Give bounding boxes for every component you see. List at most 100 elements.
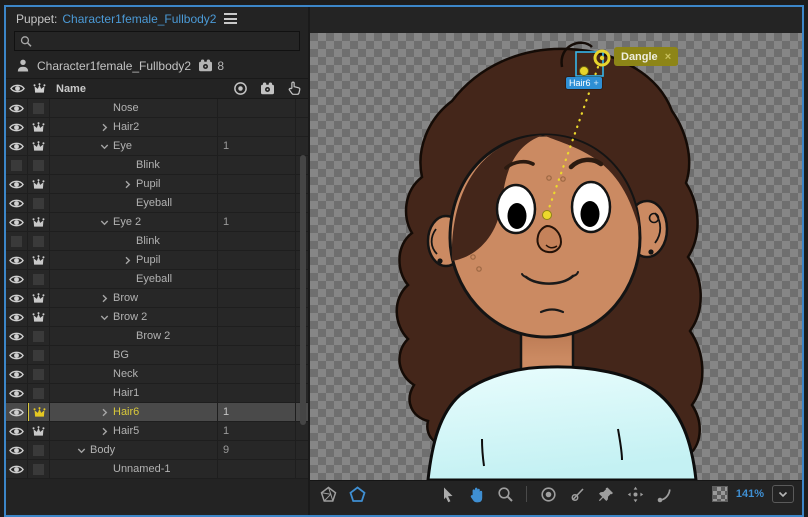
crown-toggle[interactable] <box>28 441 50 459</box>
puppet-canvas[interactable]: Dangle × Hair6 + <box>310 33 802 480</box>
transparency-grid-toggle[interactable] <box>711 486 728 502</box>
visibility-toggle[interactable] <box>6 384 28 402</box>
crown-toggle[interactable] <box>28 327 50 345</box>
crown-toggle[interactable] <box>28 422 50 440</box>
layer-row[interactable]: Nose <box>6 99 308 118</box>
show-outline-toggle[interactable] <box>347 484 367 504</box>
layer-row[interactable]: Eye 1 <box>6 137 308 156</box>
visibility-toggle[interactable] <box>6 441 28 459</box>
crosshair-icon: + <box>593 78 599 88</box>
dangle-tool[interactable] <box>654 484 674 504</box>
panel-menu-icon[interactable] <box>224 13 238 24</box>
crown-toggle[interactable] <box>28 270 50 288</box>
handle-name-chip[interactable]: Hair6 + <box>566 77 602 89</box>
visibility-toggle[interactable] <box>6 460 28 478</box>
layer-row[interactable]: BG <box>6 346 308 365</box>
panel-title-bar: Puppet: Character1female_Fullbody2 <box>6 7 308 30</box>
show-mesh-toggle[interactable] <box>318 484 338 504</box>
layer-row[interactable]: Hair5 1 <box>6 422 308 441</box>
crown-toggle[interactable] <box>28 289 50 307</box>
crown-toggle[interactable] <box>28 137 50 155</box>
layer-row[interactable]: Body 9 <box>6 441 308 460</box>
crown-toggle[interactable] <box>28 213 50 231</box>
layer-row[interactable]: Neck <box>6 365 308 384</box>
visibility-toggle[interactable] <box>6 99 28 117</box>
visibility-toggle[interactable] <box>6 403 28 421</box>
expand-arrow[interactable] <box>100 294 113 303</box>
visibility-toggle[interactable] <box>6 156 28 174</box>
select-tool[interactable] <box>437 484 457 504</box>
visibility-toggle[interactable] <box>6 118 28 136</box>
visibility-toggle[interactable] <box>6 270 28 288</box>
layer-name-label: Pupil <box>136 178 161 190</box>
puppet-name-link[interactable]: Character1female_Fullbody2 <box>62 12 216 26</box>
crown-toggle[interactable] <box>28 175 50 193</box>
layer-row[interactable]: Eye 2 1 <box>6 213 308 232</box>
expand-arrow[interactable] <box>123 180 136 189</box>
pin-tool[interactable] <box>596 484 616 504</box>
canvas-header-strip <box>310 7 802 33</box>
puppet-root-row[interactable]: Character1female_Fullbody2 8 <box>6 53 308 78</box>
layer-row[interactable]: Pupil <box>6 175 308 194</box>
visibility-toggle[interactable] <box>6 137 28 155</box>
layer-row[interactable]: Hair6 1 <box>6 403 308 422</box>
zoom-tool[interactable] <box>495 484 515 504</box>
visibility-toggle[interactable] <box>6 175 28 193</box>
layer-row[interactable]: Eyeball <box>6 194 308 213</box>
crown-toggle[interactable] <box>28 232 50 250</box>
crown-toggle[interactable] <box>28 308 50 326</box>
visibility-toggle[interactable] <box>6 327 28 345</box>
visibility-toggle[interactable] <box>6 308 28 326</box>
layer-row[interactable]: Brow 2 <box>6 327 308 346</box>
layer-row[interactable]: Hair1 <box>6 384 308 403</box>
layer-row[interactable]: Blink <box>6 232 308 251</box>
dangle-tag-close-icon[interactable]: × <box>665 51 671 63</box>
expand-arrow[interactable] <box>100 142 113 151</box>
layer-row[interactable]: Eyeball <box>6 270 308 289</box>
visibility-toggle[interactable] <box>6 346 28 364</box>
crown-toggle[interactable] <box>28 251 50 269</box>
crown-toggle[interactable] <box>28 460 50 478</box>
draggable-tool[interactable] <box>625 484 645 504</box>
layer-row[interactable]: Unnamed-1 <box>6 460 308 479</box>
visibility-toggle[interactable] <box>6 422 28 440</box>
search-box[interactable] <box>14 31 300 51</box>
trigger-column-icon[interactable] <box>287 81 302 96</box>
zoom-dropdown-button[interactable] <box>772 485 794 503</box>
visibility-toggle[interactable] <box>6 213 28 231</box>
expand-arrow[interactable] <box>100 123 113 132</box>
record-handle-tool[interactable] <box>538 484 558 504</box>
crown-toggle[interactable] <box>28 384 50 402</box>
crown-toggle[interactable] <box>28 118 50 136</box>
search-input[interactable] <box>32 35 294 47</box>
expand-arrow[interactable] <box>100 408 113 417</box>
expand-arrow[interactable] <box>123 256 136 265</box>
layer-row[interactable]: Brow <box>6 289 308 308</box>
stick-tool[interactable] <box>567 484 587 504</box>
layer-row[interactable]: Pupil <box>6 251 308 270</box>
crown-toggle[interactable] <box>28 156 50 174</box>
visibility-toggle[interactable] <box>6 251 28 269</box>
zoom-level-value[interactable]: 141% <box>736 488 764 500</box>
expand-arrow[interactable] <box>100 218 113 227</box>
layer-row[interactable]: Brow 2 <box>6 308 308 327</box>
visibility-toggle[interactable] <box>6 365 28 383</box>
expand-arrow[interactable] <box>77 446 90 455</box>
hand-tool[interactable] <box>466 484 486 504</box>
record-column-icon[interactable] <box>233 81 248 96</box>
visibility-toggle[interactable] <box>6 232 28 250</box>
dangle-tag[interactable]: Dangle × <box>614 47 679 66</box>
layer-row[interactable]: Hair2 <box>6 118 308 137</box>
visibility-toggle[interactable] <box>6 194 28 212</box>
crown-toggle[interactable] <box>28 99 50 117</box>
crown-toggle[interactable] <box>28 365 50 383</box>
expand-arrow[interactable] <box>100 427 113 436</box>
crown-toggle[interactable] <box>28 194 50 212</box>
camera-column-icon[interactable] <box>260 82 275 95</box>
tree-scrollbar[interactable] <box>300 155 306 425</box>
crown-toggle[interactable] <box>28 346 50 364</box>
layer-row[interactable]: Blink <box>6 156 308 175</box>
visibility-toggle[interactable] <box>6 289 28 307</box>
expand-arrow[interactable] <box>100 313 113 322</box>
crown-toggle[interactable] <box>28 403 50 421</box>
